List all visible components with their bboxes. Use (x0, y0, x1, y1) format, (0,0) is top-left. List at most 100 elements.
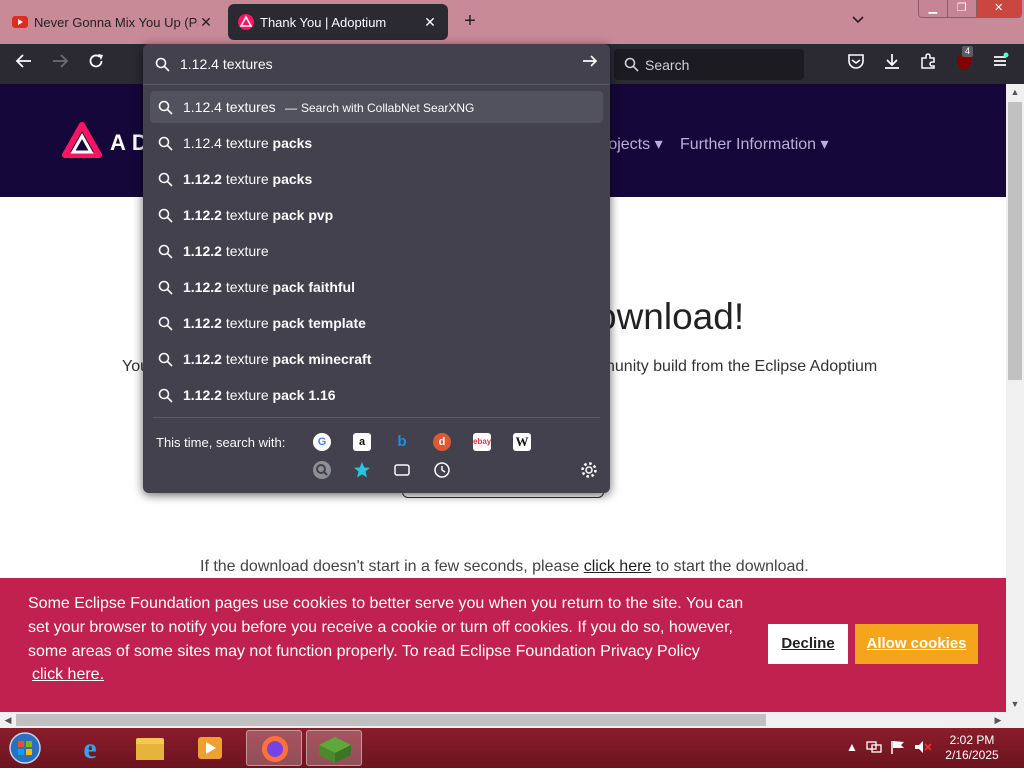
download-note-text-end: to start the download. (651, 558, 809, 575)
scroll-down-arrow-icon[interactable]: ▼ (1006, 696, 1024, 712)
taskbar-minecraft[interactable] (306, 730, 362, 766)
windows-taskbar: e ▲ 2:02 PM 2/16/2025 (0, 728, 1024, 768)
taskbar-internet-explorer[interactable]: e (62, 730, 118, 766)
ebay-engine-icon[interactable]: ebay (473, 433, 491, 451)
firefox-icon (262, 736, 288, 762)
window-close-button[interactable]: ✕ (976, 0, 1021, 17)
suggestion-row[interactable]: 1.12.2 texture pack template (150, 307, 603, 339)
click-here-link[interactable]: click here (584, 558, 652, 575)
adoptium-icon (238, 14, 254, 30)
bing-engine-icon[interactable]: b (393, 433, 411, 451)
intro-text-right: nunity build from the Eclipse Adoptium (606, 358, 878, 375)
go-button[interactable] (582, 53, 598, 74)
page-heading: ownload! (596, 296, 745, 337)
search-settings-gear-icon[interactable] (580, 461, 598, 479)
urlbar-dropdown: 1.12.4 textures 1.12.4 textures — Search … (143, 44, 610, 493)
list-all-tabs-button[interactable] (848, 12, 868, 32)
windows-start-orb-icon (9, 732, 41, 764)
pocket-button[interactable] (844, 52, 868, 76)
suggestion-text: 1.12.2 texture pack 1.16 (183, 387, 336, 403)
vertical-scroll-thumb[interactable] (1008, 102, 1022, 380)
search-icon (624, 57, 639, 72)
volume-muted-icon[interactable] (914, 740, 932, 757)
show-hidden-icons-button[interactable]: ▲ (846, 740, 858, 754)
search-icon (158, 388, 173, 403)
decline-cookies-button[interactable]: Decline (768, 624, 848, 664)
toolbar-search-box[interactable]: Search (614, 49, 804, 80)
puzzle-icon (921, 53, 935, 69)
internet-explorer-icon: e (83, 732, 96, 765)
new-tab-button[interactable]: + (458, 10, 482, 34)
reload-button[interactable] (84, 52, 108, 76)
app-menu-button[interactable] (988, 52, 1012, 76)
suggestion-row[interactable]: 1.12.2 texture packs (150, 163, 603, 195)
taskbar-firefox[interactable] (246, 730, 302, 766)
taskbar-file-explorer[interactable] (122, 730, 178, 766)
downloads-button[interactable] (880, 52, 904, 76)
suggestion-row[interactable]: 1.12.2 texture pack pvp (150, 199, 603, 231)
scroll-up-arrow-icon[interactable]: ▲ (1006, 84, 1024, 100)
minimize-button[interactable]: ▁ (919, 0, 948, 17)
suggestion-row[interactable]: 1.12.2 texture pack 1.16 (150, 379, 603, 411)
google-engine-icon[interactable]: G (313, 433, 331, 451)
ublock-button[interactable]: 4 (952, 46, 976, 76)
maximize-button[interactable]: ❐ (947, 0, 977, 17)
tab-adoptium[interactable]: Thank You | Adoptium ✕ (228, 4, 448, 40)
menu-further-information[interactable]: Further Information ▾ (680, 134, 829, 154)
allow-cookies-button[interactable]: Allow cookies (855, 624, 978, 664)
history-clock-icon[interactable] (433, 461, 451, 479)
action-center-flag-icon[interactable] (890, 740, 906, 757)
close-tab-icon[interactable]: ✕ (422, 14, 438, 31)
menu-projects[interactable]: rojects ▾ (603, 134, 663, 154)
close-tab-icon[interactable]: ✕ (198, 14, 214, 31)
network-icon[interactable] (866, 740, 882, 757)
amazon-engine-icon[interactable]: a (353, 433, 371, 451)
horizontal-scroll-thumb[interactable] (16, 714, 766, 726)
suggestion-row[interactable]: 1.12.2 texture (150, 235, 603, 267)
search-icon (158, 280, 173, 295)
suggestion-row[interactable]: 1.12.4 texture packs (150, 127, 603, 159)
tab-strip: Never Gonna Mix You Up (Part ✕ Thank You… (0, 0, 1024, 44)
hamburger-menu-icon (994, 52, 1009, 66)
taskbar-media-player[interactable] (182, 730, 238, 766)
cookie-policy-link[interactable]: click here. (32, 666, 104, 684)
search-icon (158, 208, 173, 223)
vertical-scrollbar[interactable]: ▲ ▼ (1006, 84, 1024, 712)
forward-arrow-icon (53, 54, 69, 68)
svg-text:e: e (83, 732, 96, 765)
back-arrow-icon (15, 54, 31, 68)
extensions-button[interactable] (916, 52, 940, 76)
searxng-engine-icon[interactable] (313, 461, 331, 479)
tab-title: Never Gonna Mix You Up (Part (34, 14, 198, 30)
suggestion-row[interactable]: 1.12.2 texture pack faithful (150, 271, 603, 303)
tabs-icon[interactable] (393, 461, 411, 479)
suggestion-row[interactable]: 1.12.4 textures — Search with CollabNet S… (150, 91, 603, 123)
suggestion-row[interactable]: 1.12.2 texture pack minecraft (150, 343, 603, 375)
search-with-label: This time, search with: (156, 435, 286, 450)
pocket-icon (848, 54, 864, 69)
forward-button[interactable] (48, 52, 72, 76)
horizontal-scrollbar[interactable]: ◀ ▶ (0, 712, 1006, 728)
duckduckgo-engine-icon[interactable]: d (433, 433, 451, 451)
bookmarks-star-icon[interactable] (353, 461, 371, 479)
scroll-left-arrow-icon[interactable]: ◀ (0, 712, 16, 728)
search-icon (155, 57, 170, 72)
tab-youtube[interactable]: Never Gonna Mix You Up (Part ✕ (2, 4, 224, 40)
minecraft-grass-block-icon (319, 737, 351, 763)
scroll-right-arrow-icon[interactable]: ▶ (990, 712, 1006, 728)
address-bar-input[interactable]: 1.12.4 textures (143, 44, 610, 85)
scrollbar-corner (1006, 712, 1024, 728)
cookie-banner: Some Eclipse Foundation pages use cookie… (0, 578, 1006, 712)
youtube-icon (12, 16, 28, 28)
address-bar-value: 1.12.4 textures (180, 56, 273, 72)
wikipedia-engine-icon[interactable]: W (513, 433, 531, 451)
adoptium-logo-icon[interactable] (62, 122, 102, 162)
download-note: If the download doesn't start in a few s… (200, 558, 809, 576)
folder-icon (136, 738, 164, 760)
back-button[interactable] (12, 52, 36, 76)
download-note-text: If the download doesn't start in a few s… (200, 558, 584, 575)
suggestion-text: 1.12.2 texture packs (183, 171, 313, 187)
start-button[interactable] (0, 730, 50, 766)
taskbar-clock[interactable]: 2:02 PM 2/16/2025 (942, 733, 1002, 763)
arrow-right-icon (583, 55, 598, 67)
